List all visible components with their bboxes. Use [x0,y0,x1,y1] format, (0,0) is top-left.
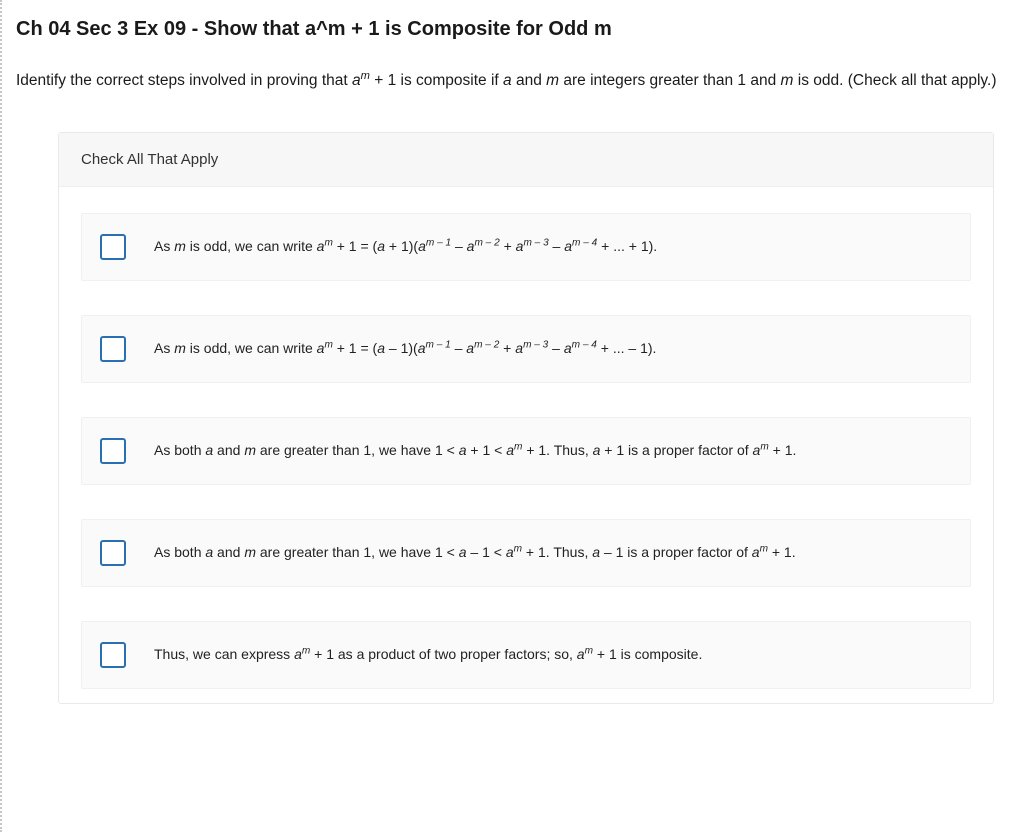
var-m: m [174,340,186,356]
txt: + 1 = ( [333,238,377,254]
txt: As both [154,544,205,560]
exp: m – 1 [426,238,451,249]
txt: + 1. [769,442,797,458]
txt: + 1 = ( [333,340,377,356]
txt: – [549,238,565,254]
txt: is odd, we can write [186,340,317,356]
exp: m – 4 [572,340,597,351]
txt: – 1)( [385,340,418,356]
question-prompt: Identify the correct steps involved in p… [16,69,1002,92]
txt: + ... – 1). [597,340,657,356]
txt: As [154,238,174,254]
exp: m [514,544,522,555]
checkbox[interactable] [100,642,126,668]
var-a: a [577,646,585,662]
txt: – [548,340,564,356]
txt: As [154,340,174,356]
checkbox[interactable] [100,438,126,464]
txt: + 1 as a product of two proper factors; … [310,646,577,662]
option-text: Thus, we can express am + 1 as a product… [154,645,702,665]
txt: + ... + 1). [597,238,657,254]
option-text: As both a and m are greater than 1, we h… [154,543,796,563]
txt: are greater than 1, we have 1 < [256,442,459,458]
exp: m [324,340,332,351]
checkbox[interactable] [100,336,126,362]
exp: m – 3 [523,238,548,249]
var-a: a [506,544,514,560]
var-a: a [377,340,385,356]
answer-panel: Check All That Apply As m is odd, we can… [58,132,994,704]
prompt-text: are integers greater than 1 and [559,72,780,89]
exp: m – 3 [523,340,548,351]
txt: – 1 is a proper factor of [600,544,752,560]
var-m: m [244,544,256,560]
option-row: As m is odd, we can write am + 1 = (a + … [81,213,971,281]
txt: and [213,544,244,560]
txt: is odd, we can write [186,238,317,254]
txt: – [451,340,467,356]
txt: – 1 < [467,544,506,560]
var-a: a [205,442,213,458]
var-a: a [564,238,572,254]
txt: + [500,238,516,254]
var-m: m [174,238,186,254]
txt: As both [154,442,205,458]
txt: + [499,340,515,356]
txt: + 1 is composite. [593,646,702,662]
var-m: m [546,72,559,89]
exp: m [760,544,768,555]
exp: m – 4 [572,238,597,249]
var-a: a [352,72,361,89]
txt: + 1 < [467,442,507,458]
checkbox[interactable] [100,234,126,260]
exp: m [585,646,593,657]
txt: + 1. Thus, [522,544,592,560]
prompt-text: Identify the correct steps involved in p… [16,72,352,89]
var-m: m [244,442,256,458]
var-a: a [294,646,302,662]
txt: Thus, we can express [154,646,294,662]
txt: + 1. Thus, [522,442,592,458]
exp: m [324,238,332,249]
exp: m [302,646,310,657]
prompt-text: and [512,72,546,89]
var-a: a [503,72,512,89]
var-a: a [459,442,467,458]
var-a: a [752,544,760,560]
exp: m – 2 [474,238,499,249]
var-a: a [418,238,426,254]
option-row: Thus, we can express am + 1 as a product… [81,621,971,689]
exp-m: m [361,70,370,82]
panel-header: Check All That Apply [59,133,993,187]
option-text: As m is odd, we can write am + 1 = (a + … [154,237,657,257]
txt: + 1. [768,544,796,560]
exp: m – 2 [474,340,499,351]
var-a: a [564,340,572,356]
var-a: a [377,238,385,254]
option-row: As m is odd, we can write am + 1 = (a – … [81,315,971,383]
var-a: a [459,544,467,560]
options-list: As m is odd, we can write am + 1 = (a + … [59,187,993,703]
txt: and [213,442,244,458]
txt: + 1)( [385,238,418,254]
var-a: a [515,340,523,356]
txt: + 1 is a proper factor of [600,442,752,458]
option-text: As m is odd, we can write am + 1 = (a – … [154,339,656,359]
exp: m [760,442,768,453]
exp: m – 1 [425,340,450,351]
checkbox[interactable] [100,540,126,566]
var-a: a [592,544,600,560]
var-a: a [506,442,514,458]
var-m: m [781,72,794,89]
txt: are greater than 1, we have 1 < [256,544,459,560]
option-row: As both a and m are greater than 1, we h… [81,417,971,485]
prompt-text: is odd. (Check all that apply.) [793,72,996,89]
option-text: As both a and m are greater than 1, we h… [154,441,796,461]
page-title: Ch 04 Sec 3 Ex 09 - Show that a^m + 1 is… [16,18,1002,41]
option-row: As both a and m are greater than 1, we h… [81,519,971,587]
var-a: a [466,340,474,356]
var-a: a [205,544,213,560]
prompt-text: + 1 is composite if [370,72,503,89]
txt: – [451,238,467,254]
